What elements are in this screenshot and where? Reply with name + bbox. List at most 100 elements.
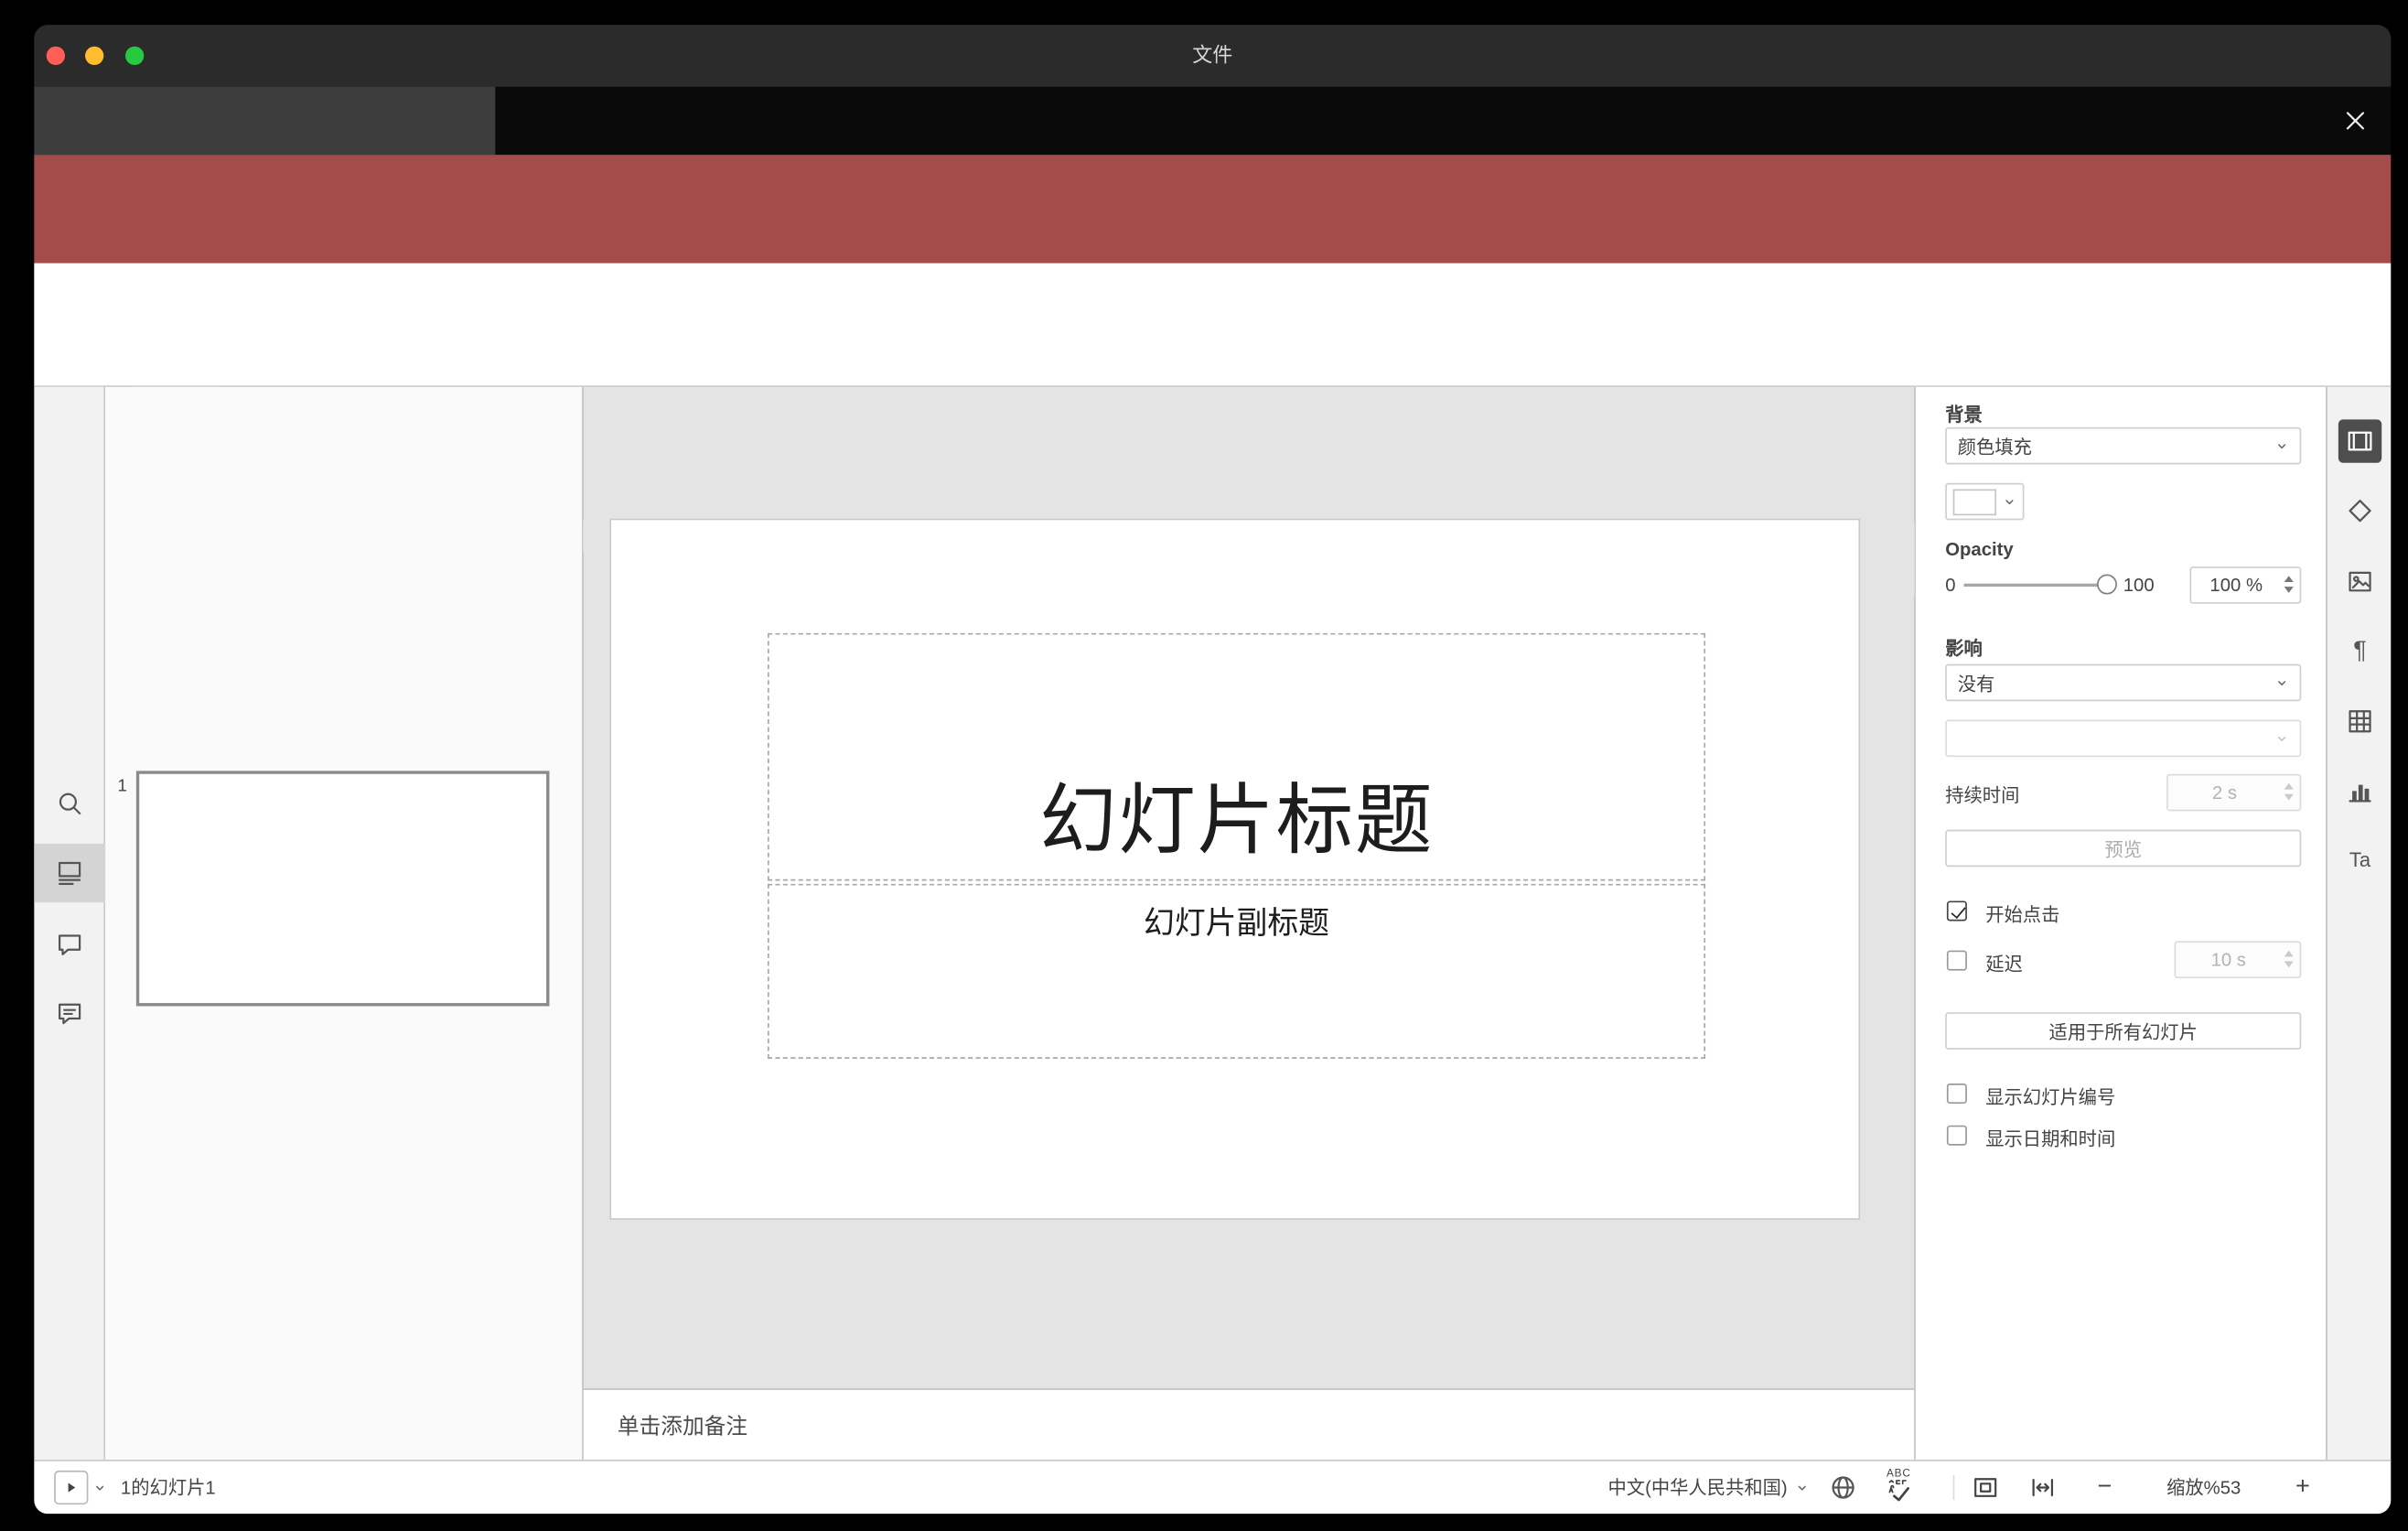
chart-icon (2346, 777, 2373, 804)
start-on-click-checkbox[interactable] (1946, 900, 1967, 922)
window-title: 文件 (1192, 43, 1233, 67)
delay-label: 延迟 (1985, 953, 2023, 976)
chart-settings-tab[interactable] (2327, 766, 2391, 815)
subtitle-placeholder[interactable]: 幻灯片副标题 (767, 883, 1706, 1059)
apply-to-all-slides-button[interactable]: 适用于所有幻灯片 (1945, 1012, 2302, 1050)
shape-settings-tab[interactable] (2327, 486, 2391, 535)
notes-area[interactable]: 单击添加备注 (583, 1388, 1915, 1461)
chevron-down-icon (2275, 731, 2289, 745)
spell-check-abc-label: ABC (1886, 1469, 1911, 1481)
chevron-down-icon (2275, 439, 2289, 453)
editor-header: 产品介绍.pptx adm***@dootask.com 文件 主页 插入 协作 (34, 155, 2392, 394)
opacity-slider-handle[interactable] (2096, 574, 2117, 595)
macos-titlebar: 文件 (34, 25, 2392, 87)
spell-check-button[interactable]: ABC (1886, 1469, 1914, 1504)
sidebar-comments-button[interactable] (34, 915, 105, 974)
close-button[interactable] (2340, 105, 2371, 136)
opacity-value: 100 % (2209, 574, 2263, 597)
background-fill-select[interactable]: 颜色填充 (1945, 426, 2302, 465)
chevron-down-icon[interactable] (1795, 1482, 1809, 1495)
preview-button[interactable]: 预览 (1945, 829, 2302, 868)
slide-thumbnails-panel: 1 (105, 386, 584, 1461)
status-bar: 1的幻灯片1 中文(中华人民共和国) ABC − 缩放%53 + (34, 1460, 2392, 1515)
play-icon (62, 1478, 81, 1496)
fit-to-slide-button[interactable] (1972, 1473, 1999, 1501)
title-placeholder[interactable]: 幻灯片标题 (767, 632, 1706, 881)
screen: 文件 产品介绍.pptx adm***@dootask.com 文件 (0, 0, 2408, 1531)
sidebar-chat-button[interactable] (34, 985, 105, 1043)
effect-value: 没有 (1957, 672, 1995, 695)
background-color-picker[interactable] (1945, 482, 2025, 521)
fit-width-icon (2029, 1473, 2057, 1501)
paragraph-icon: ¶ (2353, 637, 2367, 664)
fit-slide-icon (1972, 1473, 1999, 1501)
slide-subtitle-text: 幻灯片副标题 (1144, 907, 1329, 942)
language-label[interactable]: 中文(中华人民共和国) (1551, 1461, 1787, 1515)
sidebar-search-button[interactable] (34, 774, 105, 833)
statusbar-slideshow-button[interactable] (54, 1470, 89, 1505)
delay-value: 10 s (2210, 948, 2246, 971)
zoom-in-button[interactable]: + (2287, 1461, 2318, 1515)
table-icon (2346, 707, 2373, 735)
table-settings-tab[interactable] (2327, 696, 2391, 746)
traffic-light-minimize[interactable] (85, 46, 104, 66)
image-settings-tab[interactable] (2327, 557, 2391, 607)
slide-canvas[interactable]: 幻灯片标题 幻灯片副标题 (609, 518, 1861, 1220)
slides-panel-icon (56, 859, 83, 887)
fit-to-width-button[interactable] (2029, 1473, 2057, 1501)
zoom-level-label[interactable]: 缩放%53 (2126, 1461, 2281, 1515)
search-icon (56, 790, 83, 817)
text-art-icon: Ta (2349, 847, 2371, 871)
slide-thumbnail-number: 1 (117, 777, 127, 796)
home-toolbar: 添加幻灯片 A (34, 263, 2392, 604)
show-date-time-label: 显示日期和时间 (1985, 1128, 2116, 1150)
effect-section-label: 影响 (1945, 637, 1983, 660)
background-panel (34, 86, 496, 156)
sidebar-slides-button[interactable] (34, 843, 106, 903)
duration-value: 2 s (2211, 782, 2238, 803)
spinner-arrows[interactable] (2284, 782, 2294, 801)
right-sidebar: ¶ Ta (2326, 386, 2392, 1461)
opacity-min-label: 0 (1945, 574, 1956, 597)
background-section-label: 背景 (1945, 404, 1983, 426)
show-slide-number-label: 显示幻灯片编号 (1985, 1086, 2116, 1109)
duration-label: 持续时间 (1945, 784, 2020, 807)
chat-icon (56, 1000, 83, 1028)
zoom-out-button[interactable]: − (2090, 1461, 2121, 1515)
duration-spinner[interactable]: 2 s (2166, 773, 2302, 812)
show-date-time-checkbox[interactable] (1946, 1125, 1967, 1146)
paragraph-settings-tab[interactable]: ¶ (2327, 627, 2391, 676)
notes-placeholder: 单击添加备注 (617, 1412, 747, 1438)
opacity-slider-track[interactable] (1963, 583, 2107, 588)
spinner-arrows[interactable] (2284, 950, 2294, 968)
delay-checkbox[interactable] (1946, 950, 1967, 971)
close-icon (2343, 108, 2368, 133)
document-language-button[interactable] (1829, 1473, 1856, 1501)
effect-type-select[interactable] (1945, 719, 2302, 758)
editing-canvas: 幻灯片标题 幻灯片副标题 (583, 386, 1915, 1389)
opacity-spinner[interactable]: 100 % (2189, 566, 2302, 604)
chevron-down-icon (2003, 494, 2016, 508)
statusbar-divider (1952, 1474, 1955, 1501)
delay-spinner[interactable]: 10 s (2174, 941, 2302, 979)
text-art-settings-tab[interactable]: Ta (2327, 835, 2391, 884)
start-on-click-label: 开始点击 (1985, 903, 2060, 926)
opacity-max-label: 100 (2123, 574, 2155, 597)
effect-select[interactable]: 没有 (1945, 663, 2302, 702)
apply-to-all-label: 适用于所有幻灯片 (2048, 1020, 2198, 1043)
left-sidebar (34, 386, 106, 1461)
traffic-light-close[interactable] (46, 46, 66, 66)
slide-thumbnail[interactable] (135, 771, 550, 1007)
opacity-label: Opacity (1945, 538, 2014, 561)
image-settings-icon (2346, 568, 2373, 596)
show-slide-number-checkbox[interactable] (1946, 1084, 1967, 1105)
slide-counter: 1的幻灯片1 (120, 1476, 216, 1499)
comment-icon (56, 931, 83, 958)
slide-settings-tab[interactable] (2338, 419, 2382, 463)
fill-type-value: 颜色填充 (1957, 436, 2032, 458)
color-swatch (1952, 488, 1997, 515)
spinner-arrows[interactable] (2284, 576, 2294, 593)
traffic-light-zoom[interactable] (125, 46, 145, 66)
chevron-down-icon[interactable] (92, 1482, 106, 1495)
slide-settings-icon (2346, 427, 2373, 455)
